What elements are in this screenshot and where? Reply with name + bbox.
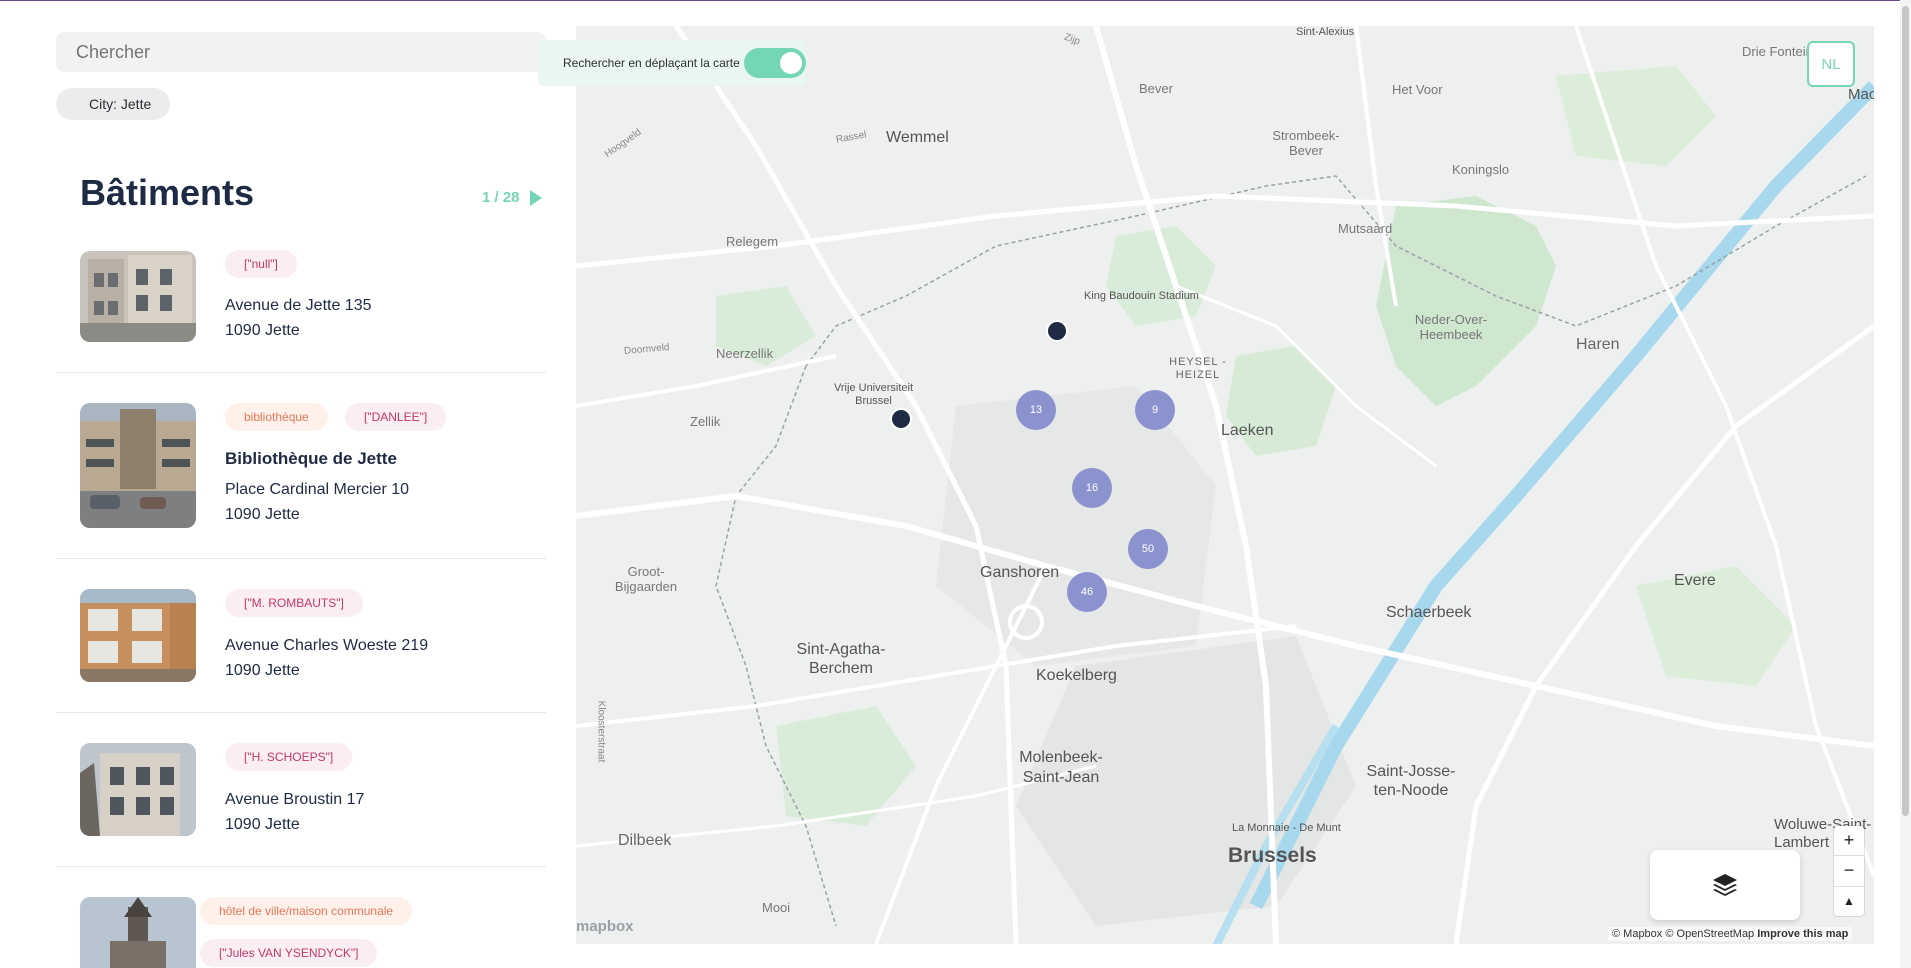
place-label: Sint-Agatha-Berchem [796,641,886,677]
map-canvas[interactable]: Wemmel Relegem Neerzellik Zellik Bever S… [576,26,1874,944]
attribution-mapbox[interactable]: © Mapbox [1612,928,1662,940]
building-photo [80,897,196,968]
place-label: Molenbeek-Saint-Jean [1019,749,1103,786]
city-address: 1090 Jette [225,322,300,339]
scrollbar-thumb[interactable] [1902,6,1909,816]
pagination-label: 1 / 28 [482,189,520,206]
place-label: Mooi [762,900,791,915]
map-cluster[interactable]: 50 [1128,529,1168,569]
improve-map-link[interactable]: Improve this map [1757,928,1848,940]
place-label: Dilbeek [618,832,672,849]
building-name: Bibliothèque de Jette [225,449,397,468]
place-label: Sint-Alexius [1296,26,1355,38]
layers-button[interactable] [1650,850,1800,920]
place-label: Brussels [1228,844,1317,867]
place-label: Het Voor [1392,82,1443,97]
building-type-tag: hôtel de ville/maison communale [200,897,413,925]
place-label: Neder-Over-Heembeek [1414,312,1488,342]
place-label: Laeken [1221,422,1274,439]
next-page-icon[interactable] [529,189,542,206]
place-label: Saint-Josse-ten-Noode [1366,763,1456,799]
architect-tag: ["H. SCHOEPS"] [225,743,353,771]
place-label: Vrije Universiteit Brussel [833,382,914,407]
list-item[interactable]: ["H. SCHOEPS"] Avenue Broustin 17 1090 J… [56,713,546,867]
map-marker[interactable] [1046,320,1068,342]
place-label: Strombeek-Bever [1272,128,1340,158]
place-label: Mac [1848,86,1874,103]
street-address: Avenue Broustin 17 [225,791,365,808]
building-photo [80,251,196,342]
place-label: La Monnaie - De Munt [1232,822,1341,834]
pagination[interactable]: 1 / 28 [482,189,542,206]
filter-chip-city[interactable]: City: Jette [56,88,171,120]
place-label: Wemmel [886,129,949,146]
list-item[interactable]: ["null"] Avenue de Jette 135 1090 Jette [56,248,546,373]
architect-tag: ["DANLEE"] [345,403,447,431]
building-photo [80,743,196,836]
language-button[interactable]: NL [1807,41,1855,87]
map-cluster[interactable]: 46 [1067,572,1107,612]
list-item[interactable]: bibliothèque ["DANLEE"] Bibliothèque de … [56,373,546,559]
map-cluster[interactable]: 13 [1016,390,1056,430]
zoom-controls: + − ▲ [1834,826,1864,916]
search-input[interactable] [56,32,546,72]
place-label: Bever [1139,81,1173,96]
results-panel: City: Jette Bâtiments 1 / 28 ["null"] Av… [0,0,575,968]
zoom-out-button[interactable]: − [1834,856,1864,887]
place-label: Koningslo [1452,162,1510,177]
place-label: King Baudouin Stadium [1084,290,1199,302]
place-label: HEYSEL - HEIZEL [1169,356,1227,381]
street-address: Place Cardinal Mercier 10 [225,481,410,498]
place-label: Zellik [690,414,721,429]
city-address: 1090 Jette [225,506,300,523]
map-basemap [576,26,1874,944]
page-title: Bâtiments [80,172,255,213]
place-label: Relegem [726,234,779,249]
building-type-tag: bibliothèque [225,403,328,431]
place-label: Schaerbeek [1386,604,1472,621]
street-address: Avenue Charles Woeste 219 [225,637,429,654]
attribution-osm[interactable]: © OpenStreetMap [1665,928,1754,940]
map-attribution: © Mapbox © OpenStreetMap Improve this ma… [1608,927,1853,941]
building-photo [80,403,196,528]
toggle-label: Rechercher en déplaçant la carte [563,56,740,70]
architect-tag: ["null"] [225,250,297,278]
map-cluster[interactable]: 16 [1072,468,1112,508]
place-label: Evere [1674,572,1716,589]
place-label: Neerzellik [716,346,774,361]
road-label: Kloosterstraat [595,700,607,763]
page-scrollbar[interactable] [1900,0,1911,968]
map-marker[interactable] [890,408,912,430]
place-label: Groot-Bijgaarden [614,564,678,594]
architect-tag: ["Jules VAN YSENDYCK"] [200,939,378,967]
toggle-switch[interactable] [744,48,806,78]
place-label: Mutsaard [1338,221,1393,236]
place-label: Koekelberg [1036,667,1117,684]
list-item[interactable]: ["M. ROMBAUTS"] Avenue Charles Woeste 21… [56,559,546,713]
zoom-in-button[interactable]: + [1834,826,1864,857]
building-photo [80,589,196,682]
toggle-knob [780,52,802,74]
city-address: 1090 Jette [225,816,300,833]
architect-tag: ["M. ROMBAUTS"] [225,589,363,617]
place-label: Ganshoren [980,564,1060,581]
layers-icon [1713,874,1737,896]
map-cluster[interactable]: 9 [1135,390,1175,430]
city-address: 1090 Jette [225,662,300,679]
street-address: Avenue de Jette 135 [225,297,372,314]
place-label: Haren [1576,336,1620,353]
list-item[interactable]: hôtel de ville/maison communale ["Jules … [56,867,546,968]
compass-button[interactable]: ▲ [1834,887,1864,916]
mapbox-logo[interactable]: mapbox [576,918,634,935]
